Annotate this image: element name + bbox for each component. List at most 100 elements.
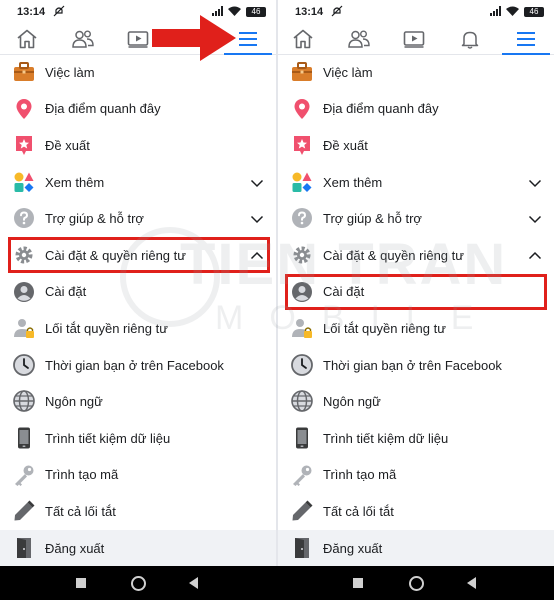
see-more-shapes-icon [292, 172, 312, 192]
key-icon [293, 465, 312, 486]
door-icon [17, 538, 31, 558]
menu-item-label: Địa điểm quanh đây [323, 101, 439, 117]
mute-icon [331, 5, 343, 17]
menu-item-cai-dat-quyen-rieng-tu[interactable]: Cài đặt & quyền riêng tư [278, 237, 554, 274]
see-more-shapes-icon [14, 172, 34, 192]
tab-watch[interactable] [392, 24, 436, 54]
tab-menu[interactable] [502, 24, 550, 55]
phone-icon [296, 427, 308, 449]
chevron-down-icon [250, 179, 264, 187]
menu-item-label: Đăng xuất [323, 540, 383, 556]
tab-friends[interactable] [62, 24, 104, 54]
menu-item-dia-diem[interactable]: Địa điểm quanh đây [0, 91, 276, 128]
menu-item-label: Cài đặt & quyền riêng tư [323, 247, 464, 263]
home-button[interactable] [409, 576, 424, 591]
tab-friends[interactable] [338, 24, 380, 54]
privacy-lock-icon [14, 319, 34, 339]
menu-item-tat-ca-loi-tat[interactable]: Tất cả lối tắt [0, 493, 276, 530]
menu-item-label: Lối tắt quyền riêng tư [323, 320, 446, 336]
battery-indicator: 46 [246, 7, 266, 17]
menu-item-label: Xem thêm [323, 174, 383, 190]
briefcase-icon [14, 62, 34, 81]
menu-item-label: Ngôn ngữ [45, 394, 103, 410]
highlight-box-settings [285, 274, 547, 310]
menu-item-tiet-kiem-du-lieu[interactable]: Trình tiết kiệm dữ liệu [0, 420, 276, 457]
status-time: 13:14 [295, 6, 324, 18]
key-icon [15, 465, 34, 486]
menu-item-label: Trình tạo mã [323, 467, 397, 483]
menu-item-thoi-gian[interactable]: Thời gian bạn ở trên Facebook [278, 347, 554, 384]
menu-item-label: Thời gian bạn ở trên Facebook [45, 357, 224, 373]
watch-icon [127, 31, 149, 48]
friends-icon [348, 30, 370, 48]
menu-item-cai-dat[interactable]: Cài đặt [0, 274, 276, 311]
menu-item-tao-ma[interactable]: Trình tạo mã [278, 457, 554, 494]
menu-item-label: Tất cả lối tắt [323, 503, 394, 519]
menu-item-tao-ma[interactable]: Trình tạo mã [0, 457, 276, 494]
menu-icon [239, 32, 257, 46]
menu-item-label: Trình tiết kiệm dữ liệu [45, 430, 171, 446]
chevron-down-icon [528, 216, 542, 224]
highlight-box-settings-privacy [8, 237, 270, 273]
gear-icon [293, 246, 311, 264]
menu-item-loi-tat-quyen-rieng-tu[interactable]: Lối tắt quyền riêng tư [278, 310, 554, 347]
menu-item-ngon-ngu[interactable]: Ngôn ngữ [278, 383, 554, 420]
tab-home[interactable] [6, 24, 48, 54]
menu-item-dang-xuat[interactable]: Đăng xuất [278, 530, 554, 566]
menu-item-label: Việc làm [45, 64, 95, 80]
home-button[interactable] [131, 576, 146, 591]
briefcase-icon [292, 62, 312, 81]
menu-item-thoi-gian[interactable]: Thời gian bạn ở trên Facebook [0, 347, 276, 384]
pencil-icon [292, 500, 313, 521]
menu-item-label: Tất cả lối tắt [45, 503, 116, 519]
menu-item-xem-them[interactable]: Xem thêm [278, 164, 554, 201]
menu-item-ngon-ngu[interactable]: Ngôn ngữ [0, 383, 276, 420]
menu-item-label: Đăng xuất [45, 540, 105, 556]
menu-item-de-xuat[interactable]: Đề xuất [0, 127, 276, 164]
menu-item-label: Đề xuất [323, 137, 368, 153]
privacy-lock-icon [292, 319, 312, 339]
bell-icon [461, 31, 479, 49]
signal-icon [490, 6, 501, 16]
mute-icon [53, 5, 65, 17]
tab-notifications[interactable] [448, 24, 492, 54]
chevron-down-icon [528, 179, 542, 187]
menu-item-label: Xem thêm [45, 174, 105, 190]
battery-indicator: 46 [524, 7, 544, 17]
friends-icon [72, 30, 94, 48]
back-button[interactable] [467, 577, 476, 589]
globe-icon [291, 390, 313, 413]
help-icon [14, 208, 34, 229]
menu-item-label: Ngôn ngữ [323, 394, 381, 410]
menu-item-label: Đề xuất [45, 137, 90, 153]
globe-icon [13, 390, 35, 413]
menu-item-label: Cài đặt [45, 284, 87, 300]
menu-item-de-xuat[interactable]: Đề xuất [278, 127, 554, 164]
screenshot-right: 13:14 46 Việc làm Địa điểm quanh đây Đề … [278, 0, 554, 566]
red-arrow-icon [152, 15, 236, 61]
menu-item-label: Lối tắt quyền riêng tư [45, 320, 168, 336]
menu-item-viec-lam[interactable]: Việc làm [278, 54, 554, 91]
menu-item-tro-giup[interactable]: Trợ giúp & hỗ trợ [278, 200, 554, 237]
menu-item-loi-tat-quyen-rieng-tu[interactable]: Lối tắt quyền riêng tư [0, 310, 276, 347]
back-button[interactable] [189, 577, 198, 589]
menu-item-tat-ca-loi-tat[interactable]: Tất cả lối tắt [278, 493, 554, 530]
menu-item-dang-xuat[interactable]: Đăng xuất [0, 530, 276, 566]
menu-item-label: Việc làm [323, 64, 373, 80]
recents-button[interactable] [353, 578, 363, 588]
watch-icon [403, 31, 425, 48]
menu-item-xem-them[interactable]: Xem thêm [0, 164, 276, 201]
recommendation-star-icon [294, 136, 310, 156]
menu-icon [517, 32, 535, 46]
menu-item-tiet-kiem-du-lieu[interactable]: Trình tiết kiệm dữ liệu [278, 420, 554, 457]
tab-bar [278, 24, 554, 55]
tab-home[interactable] [282, 24, 324, 54]
home-icon [293, 29, 313, 49]
menu-item-tro-giup[interactable]: Trợ giúp & hỗ trợ [0, 200, 276, 237]
wifi-icon [506, 6, 519, 16]
menu-item-dia-diem[interactable]: Địa điểm quanh đây [278, 91, 554, 128]
screenshot-left: 13:14 46 Việc làm Địa điểm quanh đây Đề … [0, 0, 276, 566]
recents-button[interactable] [76, 578, 86, 588]
clock-icon [291, 353, 313, 376]
user-circle-icon [14, 281, 34, 302]
